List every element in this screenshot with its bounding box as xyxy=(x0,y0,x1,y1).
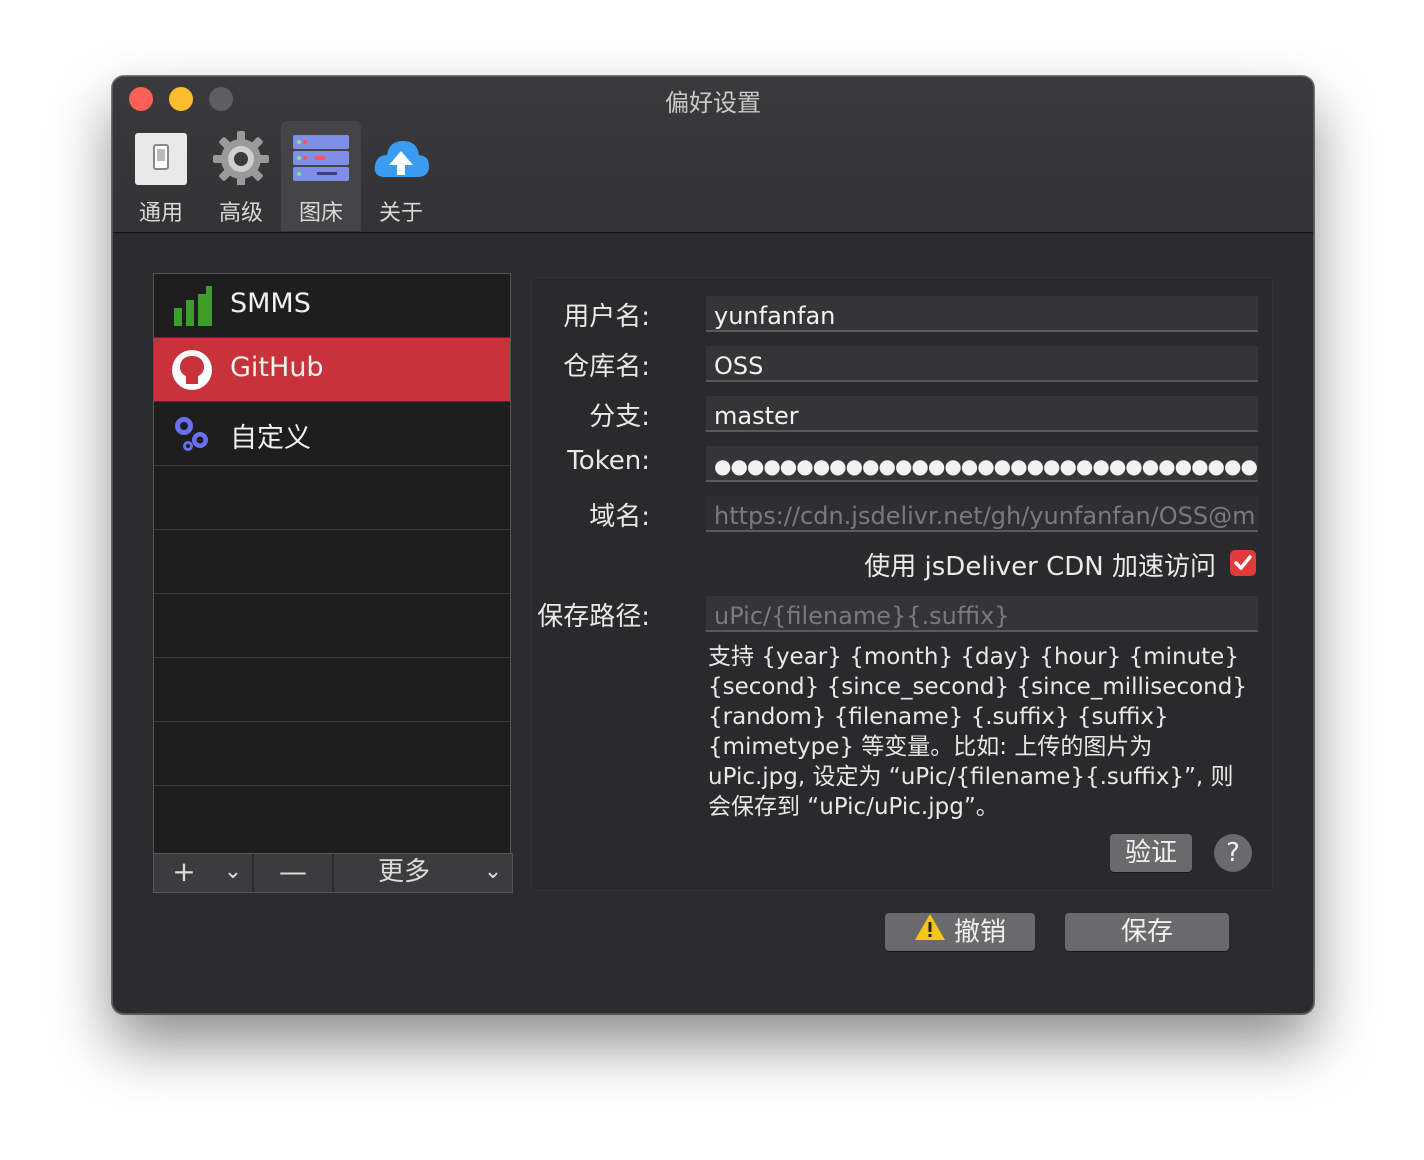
branch-label: 分支: xyxy=(589,402,650,432)
repo-label: 仓库名: xyxy=(563,352,650,382)
more-button[interactable]: 更多 xyxy=(334,854,474,892)
host-item-custom[interactable]: 自定义 xyxy=(154,402,510,466)
signal-bars-icon xyxy=(174,286,212,326)
toolbar-advanced-label: 高级 xyxy=(218,201,263,226)
toolbar-image-host[interactable]: 图床 xyxy=(281,121,361,231)
host-list-empty-row xyxy=(154,658,510,722)
cancel-button-label: 撤销 xyxy=(953,917,1006,948)
host-item-label: SMMS xyxy=(230,288,311,319)
server-icon xyxy=(293,135,349,181)
verify-button[interactable]: 验证 xyxy=(1110,834,1192,872)
host-list-empty-row xyxy=(154,466,510,530)
host-list-empty-row xyxy=(154,786,510,849)
cancel-button[interactable]: 撤销 xyxy=(885,913,1035,951)
token-label: Token: xyxy=(567,446,650,476)
repo-field[interactable]: OSS xyxy=(706,346,1258,382)
host-list: SMMS GitHub 自定义 xyxy=(153,273,511,891)
save-path-field[interactable]: uPic/{filename}{.suffix} xyxy=(706,596,1258,632)
toolbar-about-label: 关于 xyxy=(378,201,423,226)
checkmark-icon xyxy=(1234,555,1252,570)
github-settings-panel: 用户名: yunfanfan 仓库名: OSS 分支: master Token… xyxy=(531,277,1273,891)
branch-field[interactable]: master xyxy=(706,396,1258,432)
save-path-help-text: 支持 {year} {month} {day} {hour} {minute} … xyxy=(708,644,1247,820)
username-label: 用户名: xyxy=(563,302,650,332)
domain-label: 域名: xyxy=(589,502,650,532)
toolbar-general[interactable]: 通用 xyxy=(121,121,201,231)
token-field[interactable]: ●●●●●●●●●●●●●●●●●●●●●●●●●●●●●●●●●●… xyxy=(706,446,1258,482)
more-menu-button[interactable]: ⌄ xyxy=(474,854,512,892)
toolbar-about[interactable]: 关于 xyxy=(361,121,441,231)
add-host-button[interactable]: + xyxy=(154,854,214,892)
cdn-checkbox[interactable] xyxy=(1230,550,1256,576)
remove-host-button[interactable]: — xyxy=(254,854,332,892)
help-button[interactable]: ? xyxy=(1214,834,1252,872)
username-field[interactable]: yunfanfan xyxy=(706,296,1258,332)
toolbar-image-host-label: 图床 xyxy=(298,201,343,226)
host-list-footer: + ⌄ — 更多 ⌄ xyxy=(153,853,513,893)
host-item-smms[interactable]: SMMS xyxy=(154,274,510,338)
add-host-menu-button[interactable]: ⌄ xyxy=(214,854,252,892)
save-button[interactable]: 保存 xyxy=(1065,913,1229,951)
warning-icon xyxy=(914,913,946,952)
host-item-github[interactable]: GitHub xyxy=(154,338,510,402)
gear-icon xyxy=(213,131,269,185)
host-list-empty-row xyxy=(154,594,510,658)
cdn-checkbox-label: 使用 jsDeliver CDN 加速访问 xyxy=(864,552,1216,582)
preferences-window: 偏好设置 通用 高级 图床 关于 SMMS GitHub 自定义 + ⌄ — 更… xyxy=(112,76,1314,1014)
domain-field: https://cdn.jsdelivr.net/gh/yunfanfan/OS… xyxy=(706,496,1258,532)
titlebar: 偏好设置 通用 高级 图床 关于 xyxy=(113,77,1313,233)
host-item-label: GitHub xyxy=(230,352,324,383)
save-path-label: 保存路径: xyxy=(537,602,650,632)
toolbar-general-label: 通用 xyxy=(138,201,183,226)
switch-icon xyxy=(135,133,187,185)
cloud-upload-icon xyxy=(374,141,429,177)
github-icon xyxy=(172,350,212,390)
window-title: 偏好设置 xyxy=(665,89,761,117)
toolbar-advanced[interactable]: 高级 xyxy=(201,121,281,231)
host-list-empty-row xyxy=(154,722,510,786)
host-item-label: 自定义 xyxy=(230,423,311,454)
gears-icon xyxy=(175,417,208,451)
host-list-empty-row xyxy=(154,530,510,594)
